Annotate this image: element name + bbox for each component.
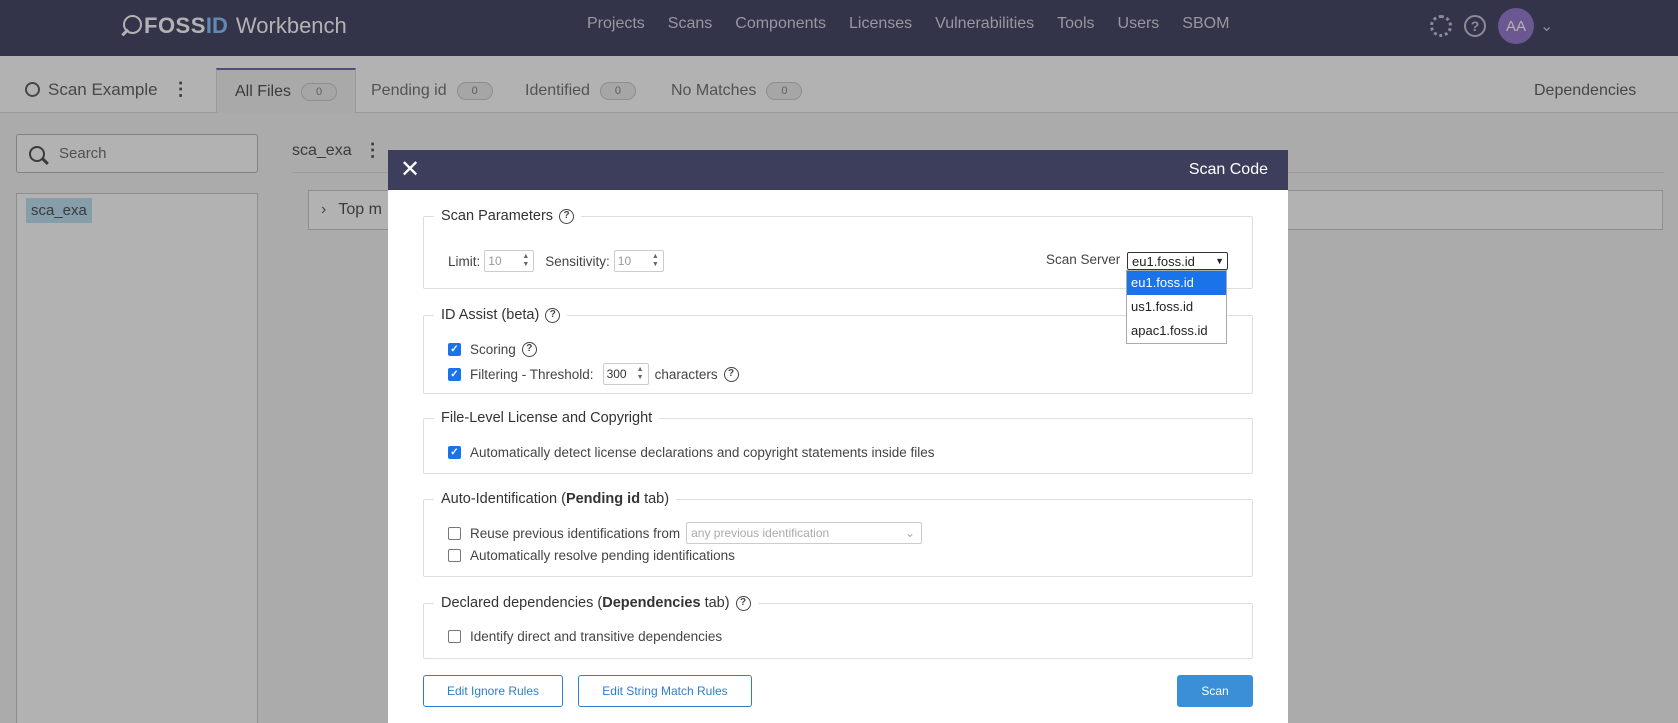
sensitivity-label: Sensitivity: bbox=[545, 253, 610, 269]
auto-detect-row: ✓ Automatically detect license declarati… bbox=[448, 445, 935, 460]
reuse-source-select[interactable]: any previous identification ⌄ bbox=[686, 522, 923, 544]
identify-deps-checkbox[interactable] bbox=[448, 630, 461, 643]
sensitivity-input[interactable]: 10 ▲ ▼ bbox=[613, 250, 664, 272]
help-circle-icon[interactable]: ? bbox=[723, 366, 739, 382]
server-option-eu1[interactable]: eu1.foss.id bbox=[1127, 271, 1226, 295]
chevron-down-icon: ⌄ bbox=[905, 526, 916, 540]
resolve-row: Automatically resolve pending identifica… bbox=[448, 548, 735, 563]
limit-row: Limit: 10 ▲ ▼ Sensitivity: 10 ▲ ▼ bbox=[448, 250, 664, 272]
help-circle-icon[interactable]: ? bbox=[521, 342, 537, 357]
limit-label: Limit: bbox=[448, 253, 481, 269]
file-level-legend: File-Level License and Copyright bbox=[441, 410, 653, 426]
filtering-row: ✓ Filtering - Threshold: 300 ▲ ▼ characte… bbox=[448, 363, 739, 385]
identify-deps-label: Identify direct and transitive dependenc… bbox=[470, 629, 723, 644]
scan-button[interactable]: Scan bbox=[1177, 675, 1253, 707]
characters-label: characters bbox=[654, 366, 718, 382]
auto-identification-legend: Auto-Identification (Pending id tab) bbox=[441, 491, 670, 507]
scoring-checkbox[interactable]: ✓ bbox=[448, 343, 461, 356]
filtering-label: Filtering - Threshold: bbox=[470, 366, 594, 382]
identify-deps-row: Identify direct and transitive dependenc… bbox=[448, 629, 722, 644]
spinner-icon[interactable]: ▲ ▼ bbox=[522, 253, 529, 269]
server-option-us1[interactable]: us1.foss.id bbox=[1127, 295, 1226, 319]
scoring-label: Scoring bbox=[470, 342, 516, 357]
scan-code-modal: ✕ Scan Code Scan Parameters? Limit: 10 ▲… bbox=[388, 150, 1288, 723]
spinner-icon[interactable]: ▲ ▼ bbox=[637, 366, 644, 382]
scan-server-dropdown: eu1.foss.id us1.foss.id apac1.foss.id bbox=[1126, 270, 1227, 344]
auto-detect-checkbox[interactable]: ✓ bbox=[448, 446, 461, 459]
file-level-group: File-Level License and Copyright ✓ Autom… bbox=[423, 410, 1253, 474]
chevron-down-icon: ▼ bbox=[1215, 256, 1224, 266]
threshold-input[interactable]: 300 ▲ ▼ bbox=[602, 363, 649, 385]
scan-server-label: Scan Server bbox=[1046, 252, 1121, 267]
resolve-checkbox[interactable] bbox=[448, 549, 461, 562]
modal-title: Scan Code bbox=[1188, 161, 1268, 178]
spinner-icon[interactable]: ▲ ▼ bbox=[652, 253, 659, 269]
scan-server-select[interactable]: eu1.foss.id ▼ bbox=[1127, 252, 1228, 270]
scoring-row: ✓ Scoring ? bbox=[448, 342, 537, 357]
help-circle-icon[interactable]: ? bbox=[559, 208, 575, 224]
resolve-label: Automatically resolve pending identifica… bbox=[470, 548, 735, 563]
filtering-checkbox[interactable]: ✓ bbox=[448, 367, 461, 381]
edit-string-match-rules-button[interactable]: Edit String Match Rules bbox=[578, 675, 752, 707]
modal-header: ✕ Scan Code bbox=[388, 150, 1288, 190]
declared-dependencies-group: Declared dependencies (Dependencies tab)… bbox=[423, 595, 1253, 659]
reuse-label: Reuse previous identifications from bbox=[470, 525, 681, 541]
scan-parameters-legend: Scan Parameters? bbox=[434, 208, 581, 224]
declared-dependencies-legend: Declared dependencies (Dependencies tab)… bbox=[434, 595, 758, 611]
auto-detect-label: Automatically detect license declaration… bbox=[470, 445, 935, 460]
help-circle-icon[interactable]: ? bbox=[735, 595, 751, 611]
reuse-checkbox[interactable] bbox=[448, 526, 461, 540]
reuse-row: Reuse previous identifications from any … bbox=[448, 522, 923, 544]
help-circle-icon[interactable]: ? bbox=[545, 307, 561, 323]
limit-input[interactable]: 10 ▲ ▼ bbox=[484, 250, 535, 272]
close-icon[interactable]: ✕ bbox=[400, 156, 420, 184]
edit-ignore-rules-button[interactable]: Edit Ignore Rules bbox=[423, 675, 563, 707]
auto-identification-group: Auto-Identification (Pending id tab) Reu… bbox=[423, 491, 1253, 577]
id-assist-legend: ID Assist (beta)? bbox=[434, 307, 567, 323]
server-option-apac1[interactable]: apac1.foss.id bbox=[1127, 319, 1226, 343]
